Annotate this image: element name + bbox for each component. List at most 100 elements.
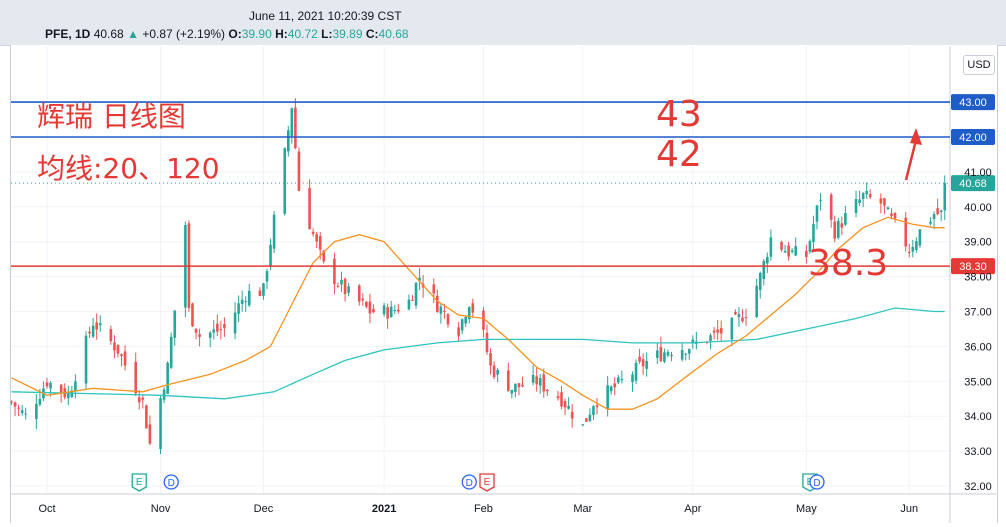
candle-body [819,199,822,201]
candle-body [929,221,932,224]
candle-body [169,336,173,368]
candle-body [907,251,911,253]
candle-body [517,383,521,388]
candle-body [38,398,42,405]
candle-body [659,347,663,362]
candle-body [116,344,120,354]
candle-body [766,256,769,264]
candle-body [496,369,499,375]
candle-body [670,354,673,357]
ma120-line [11,307,945,400]
candle-body [489,353,492,366]
dividend-marker-label: D [466,478,473,489]
candle-body [17,407,20,409]
candle-body [74,381,77,392]
candle-body [531,374,535,383]
candle-body [755,285,758,318]
candle-body [45,382,49,387]
candle-body [840,223,844,228]
candle-body [247,290,251,306]
candle-body [943,183,947,211]
annotation-383: 38.3 [808,243,888,284]
candle-body [641,359,645,367]
candle-body [84,335,88,384]
dividend-marker-label: D [168,478,175,489]
candle-body [333,258,336,285]
candle-body [216,323,219,332]
candle-body [244,301,248,303]
candle-body [318,236,322,250]
candle-body [13,402,17,407]
currency-button[interactable]: USD [963,55,995,75]
candle-body [223,323,226,329]
candle-body [858,199,861,203]
x-tick-label: Mar [573,503,592,515]
candle-body [159,398,162,450]
candle-body [120,354,123,357]
candle-body [844,212,847,225]
candle-body [233,312,237,334]
candle-body [638,356,641,362]
candle-body [893,213,897,220]
candle-body [542,374,546,392]
candle-body [709,335,712,341]
candle-body [297,151,301,191]
candle-body [382,305,386,315]
candle-body [815,205,819,222]
candle-body [780,241,783,250]
candle-body [411,299,414,301]
candle-body [166,362,169,394]
candle-body [521,384,524,387]
candle-body [407,299,411,310]
candle-body [315,234,318,242]
candle-body [609,386,613,392]
candle-body [879,198,883,204]
earnings-marker-label: E [484,477,491,488]
y-tick-label: 33.00 [964,446,992,458]
candle-body [20,410,24,413]
candle-body [918,229,922,246]
x-tick-label: Feb [474,503,493,515]
candle-body [446,314,450,325]
candle-body [666,352,670,356]
candle-body [535,376,538,385]
x-tick-label: Nov [151,503,171,515]
candle-body [613,383,617,388]
candle-body [787,245,790,257]
candle-body [886,207,890,210]
candle-body [595,405,599,408]
candle-body [91,325,95,337]
candle-body [471,303,475,313]
y-tick-label: 34.00 [964,411,992,423]
candle-body [663,352,666,362]
candle-body [716,329,719,333]
annotation-title: 辉瑞 日线图 [37,100,186,133]
candle-body [546,389,549,392]
x-tick-label: May [796,503,817,515]
candle-body [240,299,244,304]
price-chart[interactable]: 43.0042.0038.3040.6832.0033.0034.0035.00… [0,0,1006,527]
candle-body [482,310,485,330]
candle-body [506,370,510,392]
candle-body [141,397,145,400]
candle-body [460,319,464,331]
candle-body [854,199,858,213]
candle-body [514,383,517,393]
candle-body [485,332,489,353]
candle-body [148,424,152,444]
candle-body [436,295,439,313]
candle-body [272,214,276,249]
candle-body [890,213,893,217]
candle-body [563,401,567,408]
candle-body [560,392,563,407]
y-tick-label: 38.00 [964,272,992,284]
candle-body [631,374,634,383]
candle-body [10,401,13,403]
candle-body [868,194,872,198]
candle-body [684,353,688,355]
candle-body [191,303,194,327]
candle-body [265,271,269,282]
x-tick-label: Apr [684,503,701,515]
candle-body [734,312,737,315]
candle-body [88,331,91,334]
